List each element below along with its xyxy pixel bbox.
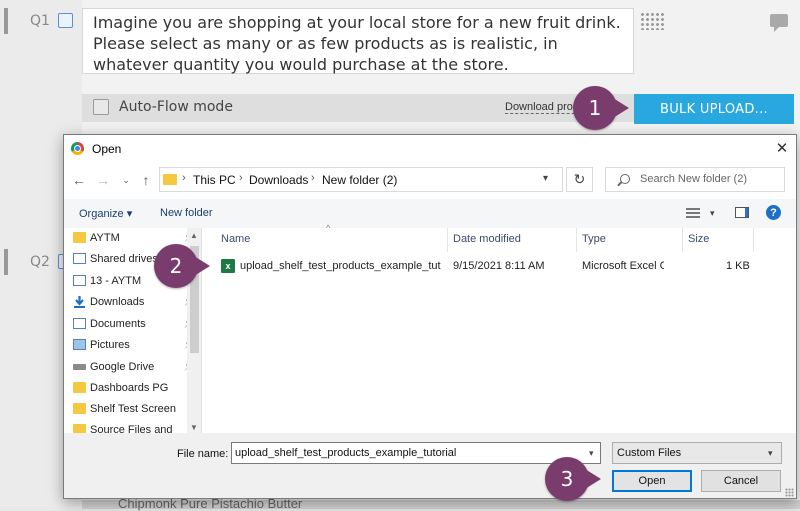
open-button[interactable]: Open (612, 470, 692, 492)
column-divider[interactable] (753, 228, 754, 252)
forward-arrow-icon[interactable]: → (94, 171, 112, 189)
sort-ascending-icon: ^ (326, 223, 331, 233)
column-divider[interactable] (447, 228, 448, 252)
drag-handle-icon[interactable] (640, 12, 664, 30)
open-file-dialog: Open ✕ ← → ⌄ ↑ › This PC › Downloads › N… (63, 134, 797, 499)
file-size-cell: 1 KB (726, 260, 750, 272)
file-type-cell: Microsoft Excel Comma Separated Values F… (582, 260, 664, 272)
callout-badge-3: 3 (545, 457, 601, 501)
file-name-cell[interactable]: upload_shelf_test_products_example_tutor… (240, 260, 441, 272)
chevron-down-icon[interactable]: ▾ (768, 448, 773, 459)
nav-item-google-drive[interactable]: Google Drive📌 (73, 358, 195, 376)
cancel-button[interactable]: Cancel (701, 470, 781, 492)
new-folder-button[interactable]: New folder (160, 207, 213, 219)
resize-grip-icon[interactable] (785, 488, 794, 497)
dialog-title-bar[interactable]: Open ✕ (64, 135, 796, 163)
file-type-select[interactable]: Custom Files (612, 442, 782, 464)
preview-pane-icon[interactable] (735, 207, 749, 218)
breadcrumb-this-pc[interactable]: This PC (193, 173, 236, 187)
question-number: Q2 (30, 254, 50, 270)
autoflow-label: Auto-Flow mode (119, 99, 233, 115)
folder-icon (163, 174, 177, 185)
chevron-down-icon[interactable]: ▾ (543, 173, 548, 184)
column-header-type[interactable]: Type (582, 233, 606, 245)
chevron-down-icon[interactable]: ▾ (589, 448, 594, 459)
column-header-date[interactable]: Date modified (453, 233, 521, 245)
breadcrumb-new-folder[interactable]: New folder (2) (322, 173, 397, 187)
search-icon (620, 174, 630, 184)
organize-button[interactable]: Organize ▾ (79, 207, 132, 220)
breadcrumb-separator-icon: › (239, 172, 243, 184)
nav-item-aytm[interactable]: AYTM📌 (73, 229, 195, 247)
breadcrumb-separator-icon: › (182, 172, 186, 184)
folder-icon (73, 382, 86, 393)
scroll-down-icon[interactable]: ▼ (190, 423, 198, 432)
documents-icon (73, 318, 86, 329)
autoflow-icon (93, 99, 109, 115)
file-date-cell: 9/15/2021 8:11 AM (453, 260, 545, 272)
refresh-icon[interactable]: ↻ (566, 167, 593, 192)
nav-item-dashboards-pg[interactable]: Dashboards PG (73, 379, 168, 397)
download-icon (73, 296, 86, 308)
nav-item-shelf-test-screen[interactable]: Shelf Test Screen (73, 400, 176, 418)
search-input[interactable]: Search New folder (2) (640, 173, 747, 185)
nav-item-13-aytm[interactable]: 13 - AYTM📌 (73, 272, 195, 290)
nav-item-documents[interactable]: Documents📌 (73, 315, 195, 333)
question-number: Q1 (30, 13, 50, 29)
nav-item-shared-drives[interactable]: Shared drives📌 (73, 250, 195, 268)
callout-badge-2: 2 (154, 244, 210, 288)
back-arrow-icon[interactable]: ← (70, 171, 88, 189)
shared-drive-icon (73, 253, 86, 264)
comment-icon[interactable] (770, 14, 788, 32)
folder-icon (73, 232, 86, 243)
chrome-icon (71, 142, 84, 155)
help-icon[interactable]: ? (766, 205, 781, 220)
folder-icon (73, 403, 86, 414)
bulk-upload-button[interactable]: BULK UPLOAD... (634, 94, 794, 124)
close-icon[interactable]: ✕ (772, 138, 792, 158)
column-divider[interactable] (576, 228, 577, 252)
column-header-name[interactable]: Name (221, 233, 250, 245)
column-divider[interactable] (682, 228, 683, 252)
drive-icon (73, 364, 86, 370)
view-options-chevron-icon[interactable]: ▾ (710, 208, 715, 219)
file-name-label: File name: (177, 448, 229, 460)
up-arrow-icon[interactable]: ↑ (137, 171, 155, 189)
scroll-up-icon[interactable]: ▲ (190, 231, 198, 240)
excel-icon: x (221, 259, 235, 273)
file-name-input[interactable]: upload_shelf_test_products_example_tutor… (231, 442, 601, 464)
question-marker (4, 8, 8, 34)
shared-drive-icon (73, 275, 86, 286)
breadcrumb-downloads[interactable]: Downloads (249, 173, 308, 187)
nav-item-downloads[interactable]: Downloads📌 (74, 293, 195, 311)
breadcrumb-separator-icon: › (311, 172, 315, 184)
pictures-icon (73, 339, 86, 350)
column-header-size[interactable]: Size (688, 233, 709, 245)
nav-item-pictures[interactable]: Pictures📌 (73, 336, 195, 354)
dialog-title: Open (92, 142, 122, 156)
question-type-icon (58, 13, 73, 28)
recent-locations-chevron-icon[interactable]: ⌄ (117, 171, 135, 189)
question-marker (4, 249, 8, 275)
callout-badge-1: 1 (573, 86, 629, 130)
view-options-icon[interactable] (686, 208, 700, 219)
question-text[interactable]: Imagine you are shopping at your local s… (82, 8, 634, 74)
